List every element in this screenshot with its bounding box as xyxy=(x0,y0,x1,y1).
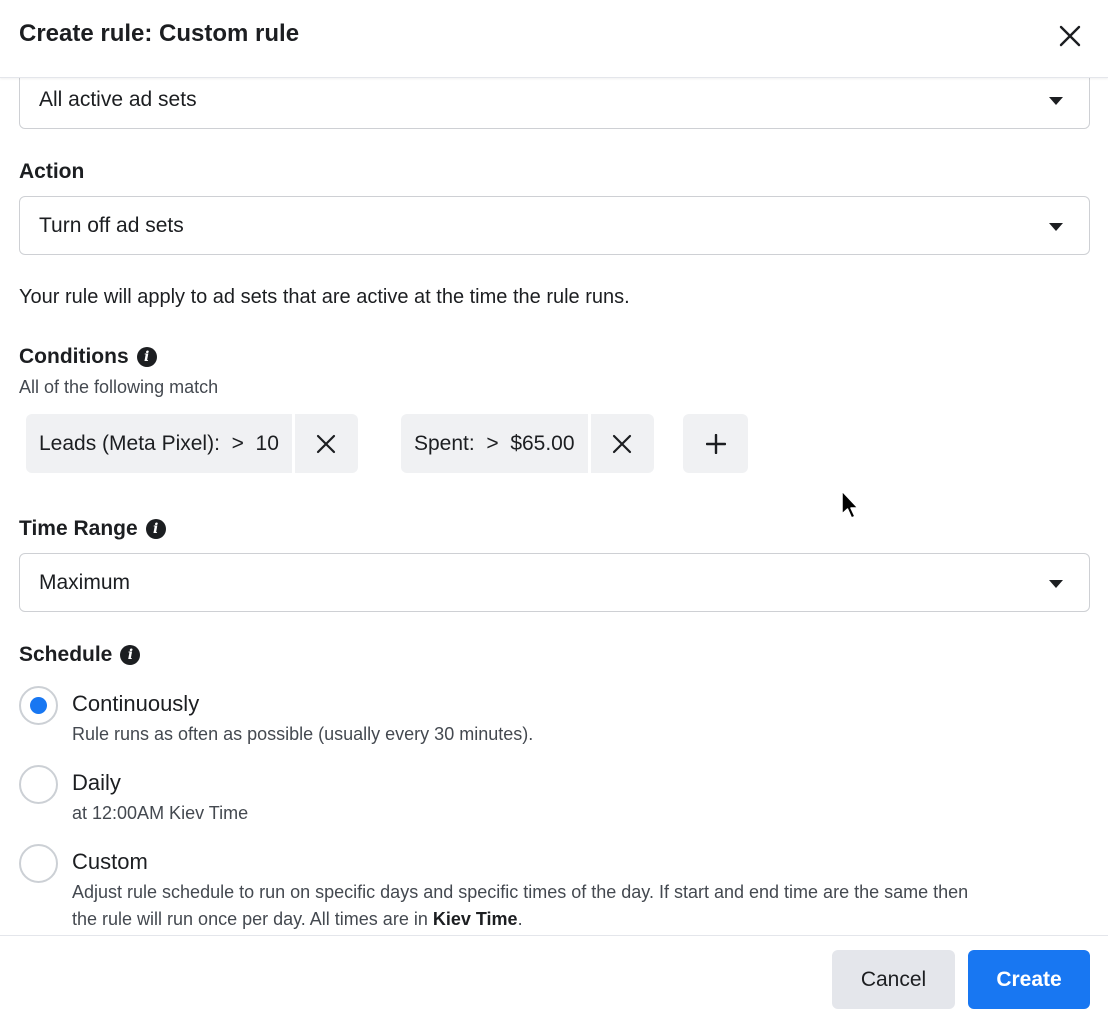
cancel-button[interactable]: Cancel xyxy=(832,950,955,1009)
dialog-footer: Cancel Create xyxy=(0,935,1108,1016)
condition-chip-spent: Spent: > $65.00 xyxy=(401,414,654,473)
caret-down-icon xyxy=(1049,223,1063,231)
dialog-body: All active ad sets Action Turn off ad se… xyxy=(0,78,1108,935)
schedule-label: Schedule i xyxy=(19,643,141,667)
schedule-continuously-desc: Rule runs as often as possible (usually … xyxy=(72,724,534,744)
time-range-value: Maximum xyxy=(39,571,131,594)
close-icon xyxy=(1059,25,1081,47)
action-select[interactable]: Turn off ad sets xyxy=(19,196,1090,255)
schedule-custom-radio[interactable] xyxy=(19,844,58,883)
info-icon[interactable]: i xyxy=(136,347,157,367)
schedule-daily-radio[interactable] xyxy=(19,765,58,804)
mouse-pointer-icon xyxy=(841,490,859,519)
remove-condition-button[interactable] xyxy=(587,414,654,473)
remove-condition-button[interactable] xyxy=(291,414,358,473)
apply-to-select[interactable]: All active ad sets xyxy=(19,78,1090,129)
close-icon xyxy=(612,434,632,453)
schedule-continuously-label[interactable]: Continuously xyxy=(72,691,199,717)
close-button[interactable] xyxy=(1052,18,1088,54)
caret-down-icon xyxy=(1049,97,1063,105)
schedule-custom-desc: Adjust rule schedule to run on specific … xyxy=(72,882,969,929)
info-icon[interactable]: i xyxy=(145,519,166,539)
apply-to-value: All active ad sets xyxy=(39,88,197,111)
schedule-continuously-radio[interactable] xyxy=(19,686,58,725)
dialog-header: Create rule: Custom rule xyxy=(0,0,1108,78)
close-icon xyxy=(317,434,336,453)
schedule-daily-label[interactable]: Daily xyxy=(72,770,121,796)
apply-note: Your rule will apply to ad sets that are… xyxy=(19,286,630,308)
info-icon[interactable]: i xyxy=(120,645,141,665)
action-value: Turn off ad sets xyxy=(39,214,184,237)
condition-chip-text[interactable]: Leads (Meta Pixel): > 10 xyxy=(26,414,292,473)
timezone-name: Kiev Time xyxy=(432,909,518,929)
schedule-daily-desc: at 12:00AM Kiev Time xyxy=(72,803,249,823)
time-range-label: Time Range i xyxy=(19,517,166,541)
create-button[interactable]: Create xyxy=(968,950,1090,1009)
conditions-label: Conditions i xyxy=(19,345,157,369)
conditions-subtitle: All of the following match xyxy=(19,377,219,397)
condition-chip-text[interactable]: Spent: > $65.00 xyxy=(401,414,588,473)
add-condition-button[interactable] xyxy=(683,414,748,473)
condition-chip-leads: Leads (Meta Pixel): > 10 xyxy=(26,414,358,473)
time-range-select[interactable]: Maximum xyxy=(19,553,1090,612)
caret-down-icon xyxy=(1049,580,1063,588)
schedule-custom-label[interactable]: Custom xyxy=(72,849,148,875)
plus-icon xyxy=(705,433,726,454)
dialog-title: Create rule: Custom rule xyxy=(19,20,300,47)
action-label: Action xyxy=(19,160,85,183)
